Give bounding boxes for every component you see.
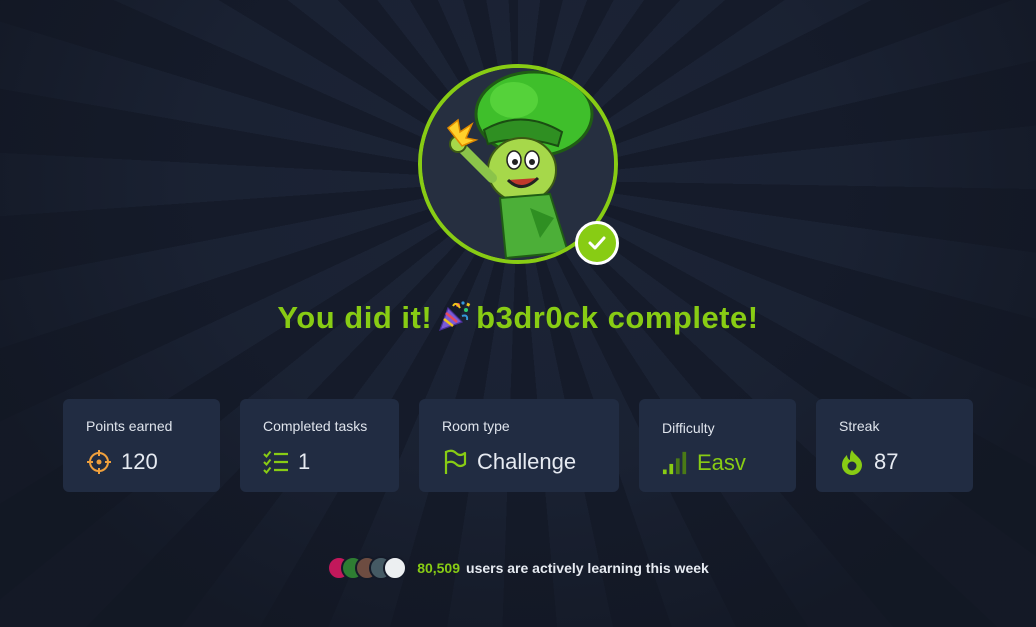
streak-card: Streak 87 — [816, 399, 973, 492]
points-card: Points earned 120 — [63, 399, 220, 492]
checklist-icon — [263, 449, 289, 475]
flame-icon — [839, 449, 865, 475]
room-type-card: Room type Challenge — [419, 399, 619, 492]
difficulty-card: Difficulty Easv — [639, 399, 796, 492]
points-value: 120 — [121, 449, 158, 474]
headline-prefix: You did it! — [277, 300, 433, 335]
active-learners-text: users are actively learning this week — [466, 560, 709, 576]
tasks-card: Completed tasks 1 — [240, 399, 399, 492]
room-type-label: Room type — [442, 418, 510, 434]
active-learners-count: 80,509 — [417, 560, 461, 576]
tasks-value: 1 — [298, 449, 311, 474]
crosshair-icon — [86, 449, 112, 475]
active-learners-footer: 80,509 users are actively learning this … — [0, 556, 1036, 580]
streak-value: 87 — [874, 449, 899, 474]
learner-avatars — [327, 556, 408, 580]
flag-icon — [442, 449, 468, 475]
party-popper-icon — [436, 300, 472, 332]
difficulty-label: Difficulty — [662, 420, 715, 436]
tasks-label: Completed tasks — [263, 418, 368, 434]
room-type-value: Challenge — [477, 449, 577, 474]
learner-avatar — [383, 556, 408, 580]
complete-check-badge — [575, 221, 619, 265]
completion-headline: You did it! b3dr0ck complete! — [0, 300, 1036, 336]
difficulty-value: Easv — [697, 450, 746, 475]
points-label: Points earned — [86, 418, 173, 434]
signal-bars-icon — [662, 450, 688, 476]
checkmark-icon — [588, 236, 606, 250]
room-badge — [418, 64, 619, 265]
headline-suffix: b3dr0ck complete! — [476, 300, 759, 335]
streak-label: Streak — [839, 418, 880, 434]
